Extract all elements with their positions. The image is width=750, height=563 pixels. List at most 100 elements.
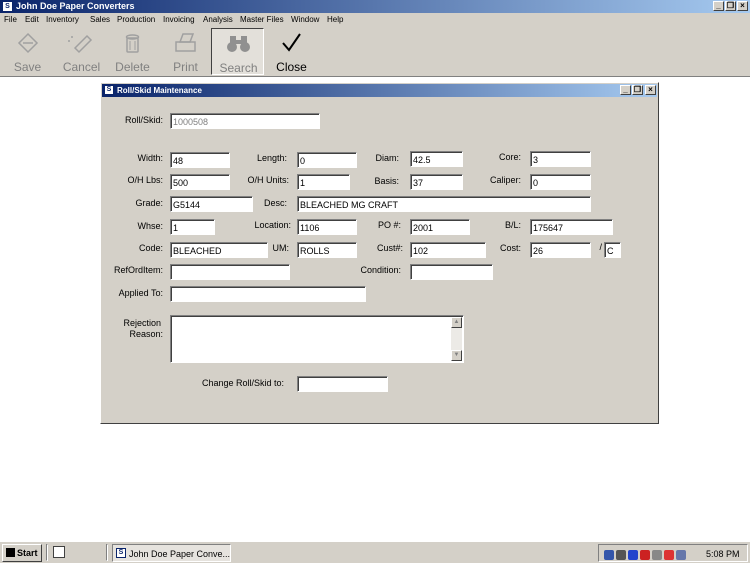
roll-skid-field[interactable]: 1000508 [170, 113, 320, 129]
cancel-label: Cancel [62, 60, 101, 74]
applied-to-label: Applied To: [118, 288, 163, 298]
scroll-up-arrow-icon[interactable]: ▲ [451, 317, 462, 328]
menu-inventory[interactable]: Inventory [46, 15, 79, 24]
tray-speaker-icon[interactable] [676, 550, 686, 560]
menu-master-files[interactable]: Master Files [240, 15, 284, 24]
print-label: Print [173, 60, 198, 74]
ref-ord-item-field[interactable] [170, 264, 290, 280]
menu-sales[interactable]: Sales [90, 15, 110, 24]
width-label: Width: [137, 153, 163, 163]
app-restore-button[interactable]: ❐ [725, 1, 736, 11]
menu-window[interactable]: Window [291, 15, 319, 24]
search-button[interactable]: Search [211, 28, 264, 75]
taskbar-app-label: John Doe Paper Conve... [129, 549, 231, 559]
length-field[interactable]: 0 [297, 152, 357, 168]
po-field[interactable]: 2001 [410, 219, 470, 235]
cust-field[interactable]: 102 [410, 242, 486, 258]
child-title: Roll/Skid Maintenance [117, 86, 202, 95]
child-minimize-button[interactable]: _ [620, 85, 631, 95]
taskbar-divider [46, 544, 48, 561]
app-close-button[interactable]: × [737, 1, 748, 11]
diam-field[interactable]: 42.5 [410, 151, 463, 167]
menu-analysis[interactable]: Analysis [203, 15, 233, 24]
whse-label: Whse: [137, 221, 163, 231]
checkmark-icon [282, 33, 301, 52]
start-logo-icon [6, 548, 15, 557]
um-field[interactable]: ROLLS [297, 242, 357, 258]
core-field[interactable]: 3 [530, 151, 591, 167]
code-field[interactable]: BLEACHED [170, 242, 268, 258]
change-roll-skid-label: Change Roll/Skid to: [201, 378, 284, 388]
grade-field[interactable]: G5144 [170, 196, 253, 212]
start-label: Start [17, 548, 38, 558]
um-label: UM: [272, 243, 290, 253]
width-field[interactable]: 48 [170, 152, 230, 168]
system-tray: 5:08 PM [598, 544, 748, 562]
close-button[interactable]: Close [265, 28, 318, 75]
start-button[interactable]: Start [2, 544, 42, 562]
rejection-label-line2: Reason: [129, 329, 163, 339]
child-restore-button[interactable]: ❐ [632, 85, 643, 95]
delete-label: Delete [115, 60, 150, 74]
tray-shield-icon[interactable] [628, 550, 638, 560]
oh-units-field[interactable]: 1 [297, 174, 350, 190]
taskbar: Start S John Doe Paper Conve... 5:08 PM [0, 541, 750, 563]
cost-unit-field[interactable]: C [604, 242, 621, 258]
oh-lbs-field[interactable]: 500 [170, 174, 230, 190]
rejection-reason-textarea[interactable]: ▲ ▼ [170, 315, 464, 363]
app-icon: S [2, 1, 13, 12]
toolbar: Save Cancel Delete Print Search Close [0, 27, 750, 77]
rejection-reason-scrollbar[interactable]: ▲ ▼ [451, 317, 462, 361]
app-title: John Doe Paper Converters [16, 1, 135, 11]
delete-button[interactable]: Delete [106, 28, 159, 75]
oh-units-label: O/H Units: [247, 175, 289, 185]
tray-m-icon[interactable] [640, 550, 650, 560]
child-close-button[interactable]: × [645, 85, 656, 95]
save-label: Save [13, 60, 42, 74]
bl-field[interactable]: 175647 [530, 219, 613, 235]
tray-monitor-icon[interactable] [616, 550, 626, 560]
printer-icon [175, 33, 196, 52]
desc-field[interactable]: BLEACHED MG CRAFT [297, 196, 591, 212]
menu-help[interactable]: Help [327, 15, 343, 24]
roll-skid-maintenance-window: S Roll/Skid Maintenance _ ❐ × Roll/Skid:… [100, 82, 659, 424]
print-button[interactable]: Print [159, 28, 212, 75]
location-field[interactable]: 1106 [297, 219, 357, 235]
binoculars-icon [227, 36, 250, 52]
tray-clip-icon[interactable] [652, 550, 662, 560]
cancel-button[interactable]: Cancel [55, 28, 108, 75]
desc-label: Desc: [263, 198, 287, 208]
grade-label: Grade: [135, 198, 163, 208]
basis-field[interactable]: 37 [410, 174, 463, 190]
condition-field[interactable] [410, 264, 493, 280]
applied-to-field[interactable] [170, 286, 366, 302]
taskbar-app-icon: S [116, 548, 126, 558]
bl-label: B/L: [504, 220, 521, 230]
eraser-icon [68, 34, 93, 54]
menu-edit[interactable]: Edit [25, 15, 39, 24]
menu-bar: File Edit Inventory Sales Production Inv… [0, 13, 750, 27]
menu-invoicing[interactable]: Invoicing [163, 15, 195, 24]
tray-stop-icon[interactable] [664, 550, 674, 560]
trash-can-icon [125, 34, 140, 53]
app-minimize-button[interactable]: _ [713, 1, 724, 11]
condition-label: Condition: [360, 265, 401, 275]
change-roll-skid-field[interactable] [297, 376, 388, 392]
scroll-down-arrow-icon[interactable]: ▼ [451, 350, 462, 361]
whse-field[interactable]: 1 [170, 219, 215, 235]
save-icon [17, 32, 39, 54]
tray-network-icon[interactable] [604, 550, 614, 560]
caliper-field[interactable]: 0 [530, 174, 591, 190]
menu-file[interactable]: File [4, 15, 17, 24]
taskbar-app-button[interactable]: S John Doe Paper Conve... [112, 544, 231, 562]
po-label: PO #: [377, 220, 401, 230]
length-label: Length: [256, 153, 287, 163]
quick-launch-notepad-icon[interactable] [53, 546, 65, 558]
save-button[interactable]: Save [1, 28, 54, 75]
menu-production[interactable]: Production [117, 15, 155, 24]
cost-field[interactable]: 26 [530, 242, 591, 258]
taskbar-divider-2 [106, 544, 108, 561]
rejection-label-line1: Rejection [123, 318, 161, 328]
app-title-bar: S John Doe Paper Converters _ ❐ × [0, 0, 750, 13]
location-label: Location: [254, 220, 291, 230]
